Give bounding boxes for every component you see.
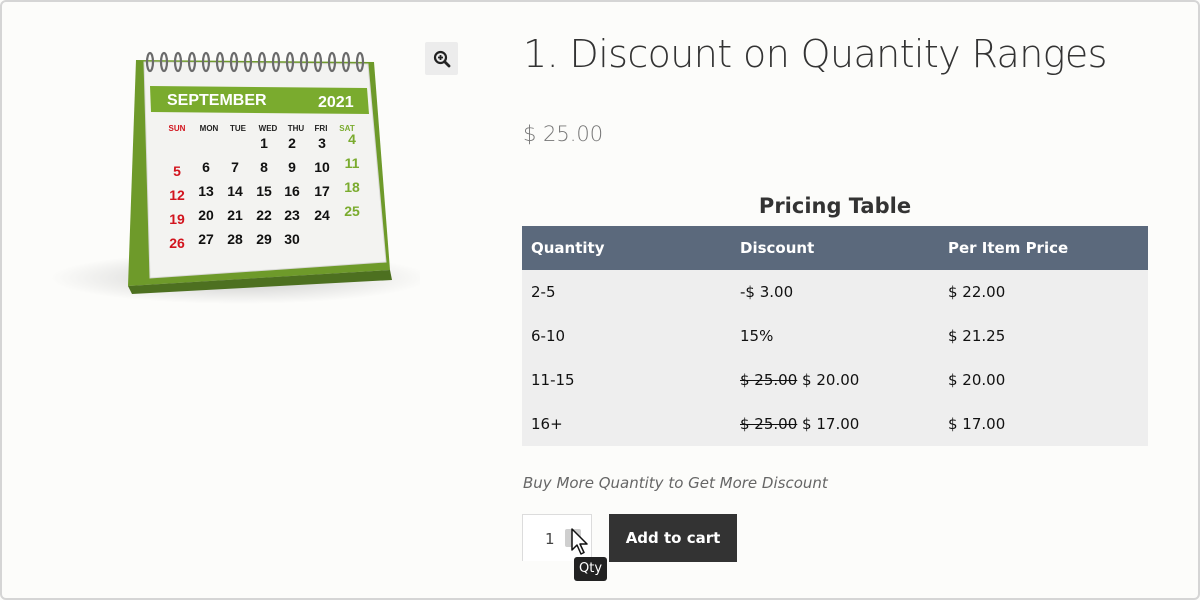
calendar-month: SEPTEMBER bbox=[167, 92, 267, 109]
quantity-cell: 2-5 bbox=[522, 270, 731, 314]
discount-cell: 15% bbox=[731, 314, 939, 358]
calendar-year: 2021 bbox=[318, 94, 354, 111]
per-item-price-cell: $ 20.00 bbox=[939, 358, 1148, 402]
add-to-cart-button[interactable]: Add to cart bbox=[609, 514, 737, 562]
column-header-quantity: Quantity bbox=[522, 226, 731, 270]
original-price: $ 25.00 bbox=[740, 415, 798, 433]
calendar-day: 5 bbox=[173, 163, 181, 179]
column-header-discount: Discount bbox=[731, 226, 939, 270]
discount-value: -$ 3.00 bbox=[740, 283, 794, 301]
quantity-cell: 11-15 bbox=[522, 358, 731, 402]
mouse-cursor-icon bbox=[571, 528, 588, 555]
calendar-day: 24 bbox=[314, 207, 330, 223]
calendar-day: 8 bbox=[260, 159, 268, 175]
calendar-day: 13 bbox=[198, 183, 214, 199]
calendar-day: 20 bbox=[198, 207, 214, 223]
quantity-value: 1 bbox=[545, 530, 555, 548]
calendar-day: 14 bbox=[227, 183, 243, 199]
discount-cell: -$ 3.00 bbox=[731, 270, 939, 314]
calendar-weekday: THU bbox=[288, 124, 305, 133]
calendar-day: 11 bbox=[345, 155, 360, 171]
calendar-day: 18 bbox=[344, 179, 360, 195]
discount-cell: $ 25.00 $ 17.00 bbox=[731, 402, 939, 446]
table-row: 11-15 $ 25.00 $ 20.00 $ 20.00 bbox=[522, 358, 1148, 402]
product-image[interactable]: SEPTEMBER 2021 SUN MON TUE WED THU FRI SAT 123… bbox=[40, 40, 420, 310]
zoom-button[interactable] bbox=[425, 42, 458, 75]
discount-cell: $ 25.00 $ 20.00 bbox=[731, 358, 939, 402]
calendar-day: 29 bbox=[256, 231, 272, 247]
calendar-weekday: SUN bbox=[169, 124, 186, 133]
per-item-price-cell: $ 17.00 bbox=[939, 402, 1148, 446]
calendar-day: 23 bbox=[284, 207, 300, 223]
pricing-table-caption: Pricing Table bbox=[758, 194, 912, 218]
pricing-table: Quantity Discount Per Item Price 2-5 -$ … bbox=[522, 226, 1148, 446]
calendar-day: 25 bbox=[344, 203, 360, 219]
table-row: 6-10 15% $ 21.25 bbox=[522, 314, 1148, 358]
calendar-day: 16 bbox=[284, 183, 300, 199]
calendar-day: 9 bbox=[288, 159, 296, 175]
calendar-day: 10 bbox=[314, 159, 330, 175]
calendar-day: 19 bbox=[169, 211, 185, 227]
calendar-day: 1 bbox=[260, 135, 268, 151]
discount-value: $ 17.00 bbox=[802, 415, 860, 433]
quantity-tooltip: Qty bbox=[574, 557, 608, 581]
calendar-day: 15 bbox=[256, 183, 272, 199]
per-item-price-cell: $ 22.00 bbox=[939, 270, 1148, 314]
calendar-day: 22 bbox=[256, 207, 272, 223]
table-row: 2-5 -$ 3.00 $ 22.00 bbox=[522, 270, 1148, 314]
promo-text: Buy More Quantity to Get More Discount bbox=[523, 474, 828, 492]
calendar-day: 12 bbox=[169, 187, 185, 203]
product-title: 1. Discount on Quantity Ranges bbox=[523, 32, 1107, 76]
calendar-day: 21 bbox=[227, 207, 243, 223]
calendar-weekday: FRI bbox=[315, 124, 328, 133]
calendar-day: 3 bbox=[318, 135, 326, 151]
magnifier-plus-icon bbox=[433, 50, 450, 67]
calendar-day: 4 bbox=[348, 131, 356, 147]
original-price: $ 25.00 bbox=[740, 371, 798, 389]
table-row: 16+ $ 25.00 $ 17.00 $ 17.00 bbox=[522, 402, 1148, 446]
calendar-weekday: MON bbox=[200, 124, 219, 133]
calendar-day: 30 bbox=[284, 231, 300, 247]
discount-value: $ 20.00 bbox=[802, 371, 860, 389]
calendar-day: 7 bbox=[231, 159, 239, 175]
calendar-day: 27 bbox=[198, 231, 214, 247]
calendar-day: 6 bbox=[202, 159, 210, 175]
column-header-per-item-price: Per Item Price bbox=[939, 226, 1148, 270]
per-item-price-cell: $ 21.25 bbox=[939, 314, 1148, 358]
calendar-day: 26 bbox=[169, 235, 185, 251]
product-price: $ 25.00 bbox=[523, 122, 604, 146]
quantity-cell: 6-10 bbox=[522, 314, 731, 358]
pricing-table-header-row: Quantity Discount Per Item Price bbox=[522, 226, 1148, 270]
calendar-day: 28 bbox=[227, 231, 243, 247]
quantity-cell: 16+ bbox=[522, 402, 731, 446]
calendar-day: 17 bbox=[314, 183, 330, 199]
calendar-weekday: WED bbox=[259, 124, 278, 133]
calendar-day: 2 bbox=[288, 135, 296, 151]
calendar-weekday: TUE bbox=[230, 124, 247, 133]
discount-value: 15% bbox=[740, 327, 774, 345]
